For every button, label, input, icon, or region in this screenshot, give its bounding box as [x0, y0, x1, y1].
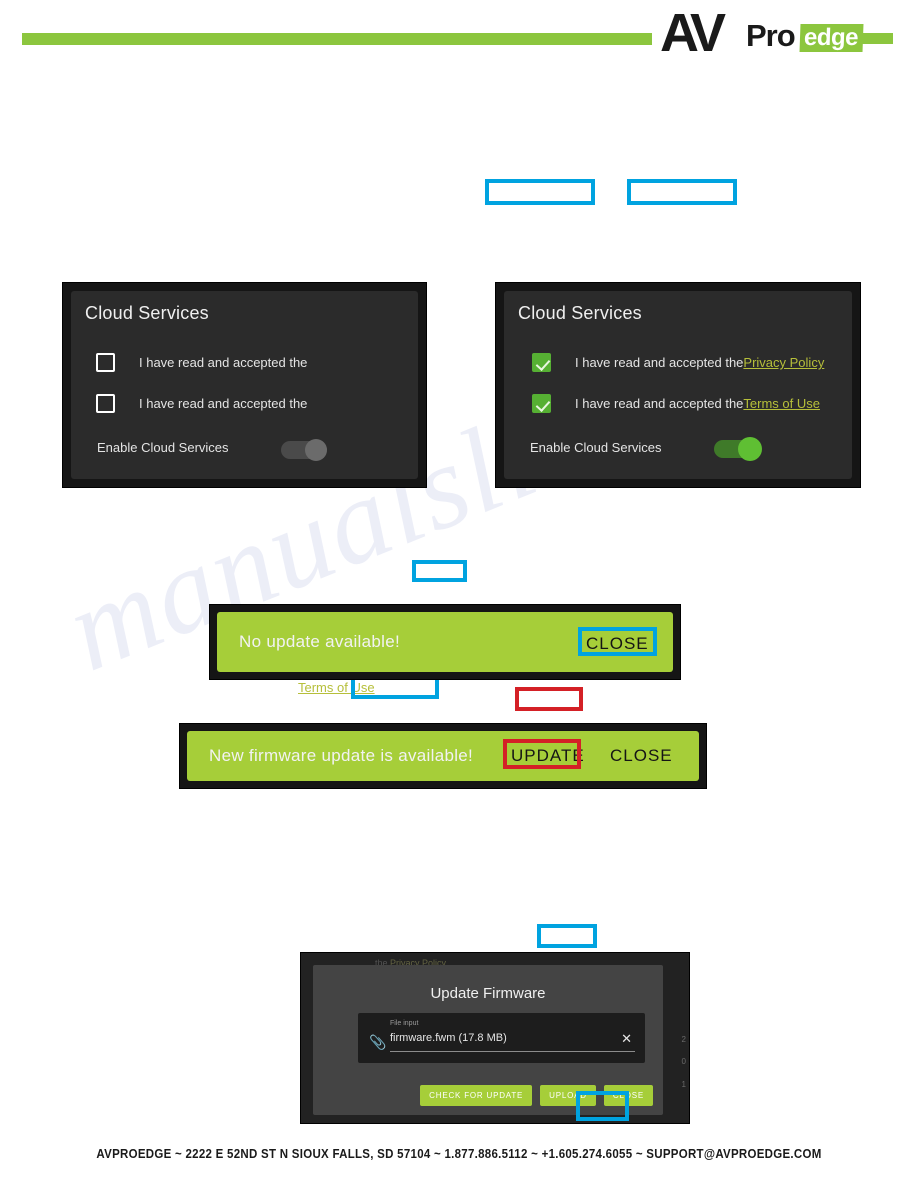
checkbox-privacy-policy[interactable]	[532, 353, 551, 372]
panel-title-cloud-services: Cloud Services	[85, 303, 209, 323]
file-input-value: firmware.fwm (17.8 MB)	[390, 1032, 507, 1044]
checkbox-terms-of-use[interactable]	[532, 394, 551, 413]
snackbar-message: No update available!	[239, 632, 401, 651]
file-input-underline	[390, 1051, 635, 1052]
header-green-rule-left	[22, 33, 652, 45]
file-input-card[interactable]: File input 📎 firmware.fwm (17.8 MB) ✕	[358, 1013, 645, 1063]
checkbox-label-privacy-policy: I have read and accepted the	[575, 355, 744, 370]
snackbar-no-update: No update available! CLOSE	[209, 604, 681, 680]
avproedge-logo: AV Pro edge	[660, 3, 864, 66]
toggle-enable-cloud-services[interactable]	[714, 437, 762, 461]
close-icon[interactable]: ✕	[621, 1032, 632, 1045]
highlight-box-update-button	[503, 739, 581, 769]
callout-box-close-button	[412, 560, 467, 582]
page-footer: AVPROEDGE ~ 2222 E 52ND ST N SIOUX FALLS…	[96, 1147, 822, 1161]
logo-edge-text: edge	[799, 24, 864, 53]
toggle-enable-cloud-services[interactable]	[281, 439, 327, 461]
snackbar-new-firmware: New firmware update is available! UPDATE…	[179, 723, 707, 789]
checkbox-label-terms-of-use: I have read and accepted the	[575, 396, 744, 411]
checkbox-terms-of-use[interactable]	[96, 394, 115, 413]
checkbox-row-terms-of-use[interactable]: I have read and accepted the Terms of Us…	[532, 394, 820, 413]
background-number: 0	[681, 1057, 686, 1066]
checkbox-row-privacy-policy[interactable]: I have read and accepted the	[96, 353, 307, 372]
highlight-box-close-button	[578, 627, 657, 656]
background-number: 1	[681, 1080, 686, 1089]
modal-title: Update Firmware	[430, 985, 546, 1002]
check-for-update-button[interactable]: CHECK FOR UPDATE	[420, 1085, 533, 1106]
callout-box-upload-button	[537, 924, 597, 948]
background-number: 2	[681, 1035, 686, 1044]
checkbox-row-terms-of-use[interactable]: I have read and accepted the	[96, 394, 307, 413]
highlight-box-upload-button	[576, 1091, 629, 1121]
logo-av-text: AV	[660, 3, 726, 63]
update-firmware-dialog-scene: the Privacy Policy 2 0 1 Update Firmware…	[300, 952, 690, 1124]
page-header: AV Pro edge	[0, 0, 918, 72]
label-enable-cloud-services: Enable Cloud Services	[97, 440, 229, 455]
cloud-services-panel-unchecked: Cloud Services I have read and accepted …	[62, 282, 439, 699]
link-privacy-policy[interactable]: Privacy Policy	[743, 355, 824, 370]
checkbox-label-terms-of-use: I have read and accepted the	[139, 396, 308, 411]
callout-box-privacy-policy	[485, 179, 595, 205]
callout-box-terms-of-use	[627, 179, 737, 205]
panel-title-cloud-services: Cloud Services	[518, 303, 642, 323]
link-terms-of-use[interactable]: Terms of Use	[743, 396, 820, 411]
snackbar-message: New firmware update is available!	[209, 746, 474, 765]
checkbox-label-privacy-policy: I have read and accepted the	[139, 355, 308, 370]
label-enable-cloud-services: Enable Cloud Services	[530, 440, 662, 455]
cloud-services-panel-checked: Cloud Services I have read and accepted …	[495, 282, 861, 488]
callout-box-update-button	[515, 687, 583, 711]
file-input-label: File input	[390, 1020, 419, 1027]
snackbar-close-button[interactable]: CLOSE	[610, 746, 673, 766]
checkbox-row-privacy-policy[interactable]: I have read and accepted the Privacy Pol…	[532, 353, 824, 372]
checkbox-privacy-policy[interactable]	[96, 353, 115, 372]
logo-pro-text: Pro	[746, 18, 796, 53]
paperclip-icon: 📎	[369, 1034, 387, 1050]
